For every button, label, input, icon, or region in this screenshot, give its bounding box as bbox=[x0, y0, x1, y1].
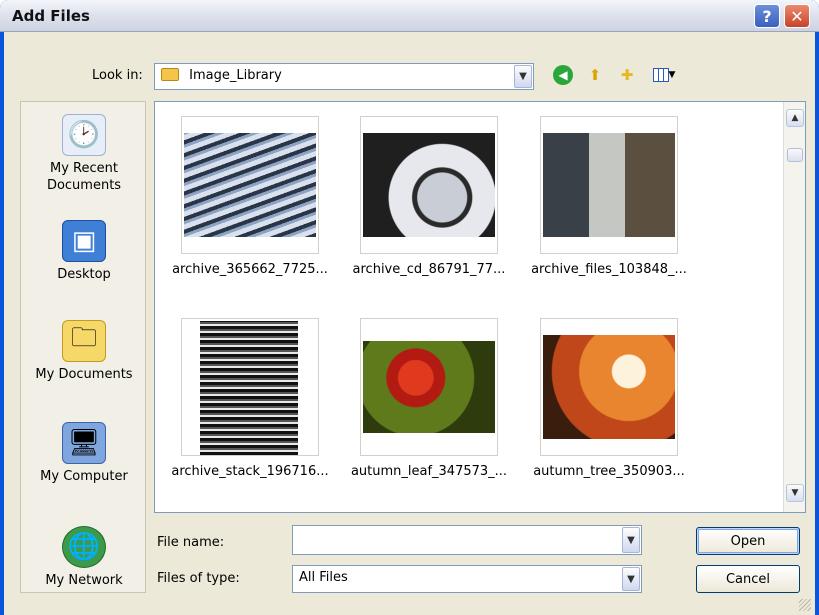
chevron-down-icon[interactable]: ▼ bbox=[622, 567, 640, 591]
file-type-select[interactable]: All Files ▼ bbox=[292, 565, 642, 593]
my-computer-icon: 🖥 bbox=[62, 422, 106, 464]
place-my-computer[interactable]: 🖥 My Computer bbox=[21, 422, 147, 485]
place-my-network[interactable]: 🌐 My Network bbox=[21, 526, 147, 589]
file-thumbnail[interactable] bbox=[540, 318, 678, 456]
place-label: My Computer bbox=[40, 469, 128, 484]
look-in-label: Look in: bbox=[92, 68, 143, 83]
back-icon[interactable]: ◀ bbox=[553, 65, 573, 85]
folder-icon bbox=[161, 68, 179, 81]
my-network-icon: 🌐 bbox=[62, 526, 106, 568]
file-name-label: File name: bbox=[157, 535, 225, 550]
open-button[interactable]: Open bbox=[696, 527, 800, 555]
file-name[interactable]: archive_files_103848_... bbox=[520, 262, 698, 277]
place-label: My Documents bbox=[35, 367, 133, 382]
scroll-up-button[interactable]: ▲ bbox=[786, 109, 804, 127]
place-desktop[interactable]: ▣ Desktop bbox=[21, 220, 147, 283]
file-thumbnail[interactable] bbox=[360, 318, 498, 456]
up-folder-icon[interactable]: ⬆ bbox=[584, 64, 606, 86]
chevron-down-icon[interactable]: ▼ bbox=[514, 65, 532, 88]
file-thumbnail[interactable] bbox=[360, 116, 498, 254]
look-in-value: Image_Library bbox=[189, 68, 282, 83]
place-label: My Network bbox=[45, 573, 123, 588]
file-thumbnail[interactable] bbox=[540, 116, 678, 254]
my-documents-icon: 🗀 bbox=[62, 320, 106, 362]
close-icon: ✕ bbox=[790, 6, 804, 26]
dialog-body: Look in: Image_Library ▼ ◀ ⬆ ✚ ▼ 🕑 My Re… bbox=[4, 32, 815, 615]
recent-documents-icon: 🕑 bbox=[62, 114, 106, 156]
new-folder-icon[interactable]: ✚ bbox=[616, 64, 638, 86]
file-name[interactable]: archive_stack_196716... bbox=[161, 464, 339, 479]
help-icon: ? bbox=[762, 6, 772, 26]
stack-image bbox=[200, 321, 298, 455]
chevron-up-icon: ▲ bbox=[791, 113, 799, 123]
file-type-value: All Files bbox=[299, 570, 348, 585]
files-image bbox=[543, 133, 675, 237]
tree-image bbox=[543, 335, 675, 439]
file-type-label: Files of type: bbox=[157, 571, 240, 586]
dialog-title: Add Files bbox=[12, 7, 90, 25]
chevron-down-icon: ▼ bbox=[791, 488, 799, 498]
chevron-down-icon[interactable]: ▼ bbox=[622, 527, 640, 553]
places-bar: 🕑 My Recent Documents ▣ Desktop 🗀 My Doc… bbox=[20, 101, 146, 593]
views-icon[interactable]: ▼ bbox=[650, 64, 678, 86]
desktop-icon: ▣ bbox=[62, 220, 106, 262]
file-list-view[interactable]: archive_365662_7725... archive_cd_86791_… bbox=[154, 101, 806, 513]
file-thumbnail[interactable] bbox=[181, 318, 319, 456]
place-recent-documents[interactable]: 🕑 My Recent Documents bbox=[21, 114, 147, 194]
place-label: Desktop bbox=[57, 267, 111, 282]
file-name[interactable]: archive_365662_7725... bbox=[161, 262, 339, 277]
file-name[interactable]: autumn_leaf_347573_... bbox=[340, 464, 518, 479]
look-in-select[interactable]: Image_Library ▼ bbox=[154, 63, 534, 90]
scroll-thumb[interactable] bbox=[787, 148, 803, 162]
file-name[interactable]: autumn_tree_350903... bbox=[520, 464, 698, 479]
title-bar[interactable]: Add Files ? ✕ bbox=[0, 0, 819, 32]
scroll-down-button[interactable]: ▼ bbox=[786, 484, 804, 502]
file-thumbnail[interactable] bbox=[181, 116, 319, 254]
close-button[interactable]: ✕ bbox=[784, 4, 810, 28]
file-name[interactable]: archive_cd_86791_77... bbox=[340, 262, 518, 277]
cd-image bbox=[363, 133, 495, 237]
leaf-image bbox=[363, 341, 495, 433]
resize-grip[interactable] bbox=[799, 599, 811, 611]
archive-image bbox=[184, 133, 316, 237]
cancel-button[interactable]: Cancel bbox=[696, 565, 800, 593]
place-label: My Recent Documents bbox=[46, 161, 122, 193]
place-my-documents[interactable]: 🗀 My Documents bbox=[21, 320, 147, 383]
help-button[interactable]: ? bbox=[754, 4, 780, 28]
file-name-input[interactable]: ▼ bbox=[292, 525, 642, 555]
vertical-scrollbar[interactable]: ▲ ▼ bbox=[783, 102, 805, 512]
add-files-dialog: Add Files ? ✕ Look in: Image_Library ▼ ◀… bbox=[0, 0, 819, 615]
